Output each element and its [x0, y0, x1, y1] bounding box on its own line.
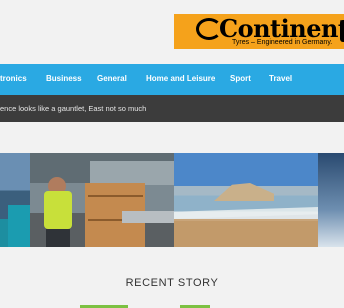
surf-wave	[174, 207, 318, 219]
ticker-headline[interactable]: ence looks like a gauntlet, East not so …	[0, 104, 146, 113]
roller-conveyor	[122, 211, 174, 223]
teal-post	[8, 205, 30, 247]
beach-coast-image[interactable]	[174, 153, 318, 247]
recent-story-heading: RECENT STORY	[125, 277, 219, 289]
warehouse-worker-image[interactable]	[30, 153, 174, 247]
news-ticker[interactable]: ence looks like a gauntlet, East not so …	[0, 95, 344, 122]
main-nav: tronics Business General Home and Leisur…	[0, 64, 344, 95]
nav-item-general[interactable]: General	[97, 74, 127, 83]
nav-item-electronics[interactable]: tronics	[0, 74, 27, 83]
partial-image[interactable]	[318, 153, 344, 247]
hi-vis-vest	[44, 191, 72, 229]
nav-item-business[interactable]: Business	[46, 74, 82, 83]
warehouse-shelving	[90, 161, 174, 185]
ad-tagline: Tyres – Engineered in Germany.	[232, 39, 333, 46]
worker-legs	[46, 229, 70, 247]
ad-edge	[340, 20, 344, 42]
box-seam	[88, 195, 143, 197]
nav-item-sport[interactable]: Sport	[230, 74, 251, 83]
page: Continental Tyres – Engineered in German…	[0, 0, 344, 308]
sandy-beach	[174, 221, 318, 247]
nav-item-travel[interactable]: Travel	[269, 74, 292, 83]
city-waterfront-image[interactable]	[0, 153, 30, 247]
continental-ad-banner[interactable]: Continental Tyres – Engineered in German…	[174, 14, 344, 49]
nav-item-home-and-leisure[interactable]: Home and Leisure	[146, 74, 215, 83]
coastal-cliff	[214, 183, 274, 201]
